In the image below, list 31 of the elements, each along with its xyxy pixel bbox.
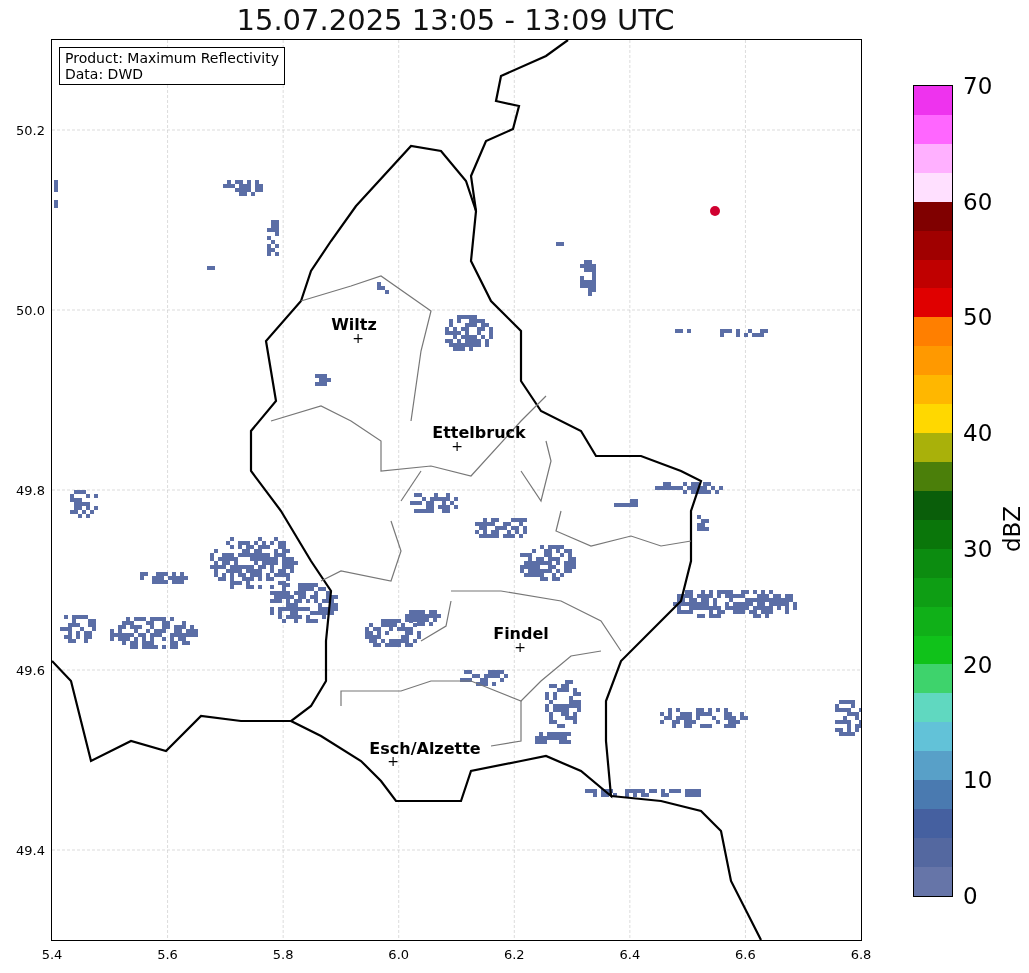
legend-text: Product: Maximum Reflectivity xyxy=(65,50,279,66)
city-label: Ettelbruck xyxy=(432,423,526,442)
x-axis-label: 6.8 xyxy=(850,947,872,962)
y-axis-label: 50.0 xyxy=(16,302,45,318)
x-axis-label: 5.8 xyxy=(272,947,294,962)
colorbar-label: 10 xyxy=(963,767,993,794)
x-axis-label: 6.6 xyxy=(735,947,756,962)
city-label: Wiltz xyxy=(331,315,377,334)
legend-text: Data: DWD xyxy=(65,66,144,82)
x-axis-label: 6.4 xyxy=(619,947,641,962)
y-axis-label: 50.2 xyxy=(16,122,45,138)
x-axis-label: 5.6 xyxy=(157,947,178,962)
colorbar-label: 20 xyxy=(963,651,993,678)
city-label: Findel xyxy=(493,624,549,643)
x-axis-label: 6.2 xyxy=(503,947,525,962)
city-marker: + xyxy=(352,331,364,345)
colorbar-label: 0 xyxy=(963,883,978,909)
y-axis-label: 49.6 xyxy=(16,662,45,678)
y-axis-label: 49.8 xyxy=(16,482,45,498)
colorbar-label: 40 xyxy=(963,420,993,447)
city-marker: + xyxy=(514,640,526,654)
x-axis-label: 5.4 xyxy=(41,947,63,962)
colorbar-label: 30 xyxy=(963,535,993,562)
x-axis-label: 6.0 xyxy=(388,947,410,962)
city-marker: + xyxy=(451,439,463,453)
colorbar-label: 50 xyxy=(963,304,993,331)
chart-title: 15.07.2025 13:05 - 13:09 UTC xyxy=(236,2,675,37)
y-axis-label: 49.4 xyxy=(16,842,45,858)
colorbar-title: dBZ xyxy=(999,505,1025,553)
colorbar-label: 70 xyxy=(963,73,993,99)
colorbar-label: 60 xyxy=(963,188,993,215)
